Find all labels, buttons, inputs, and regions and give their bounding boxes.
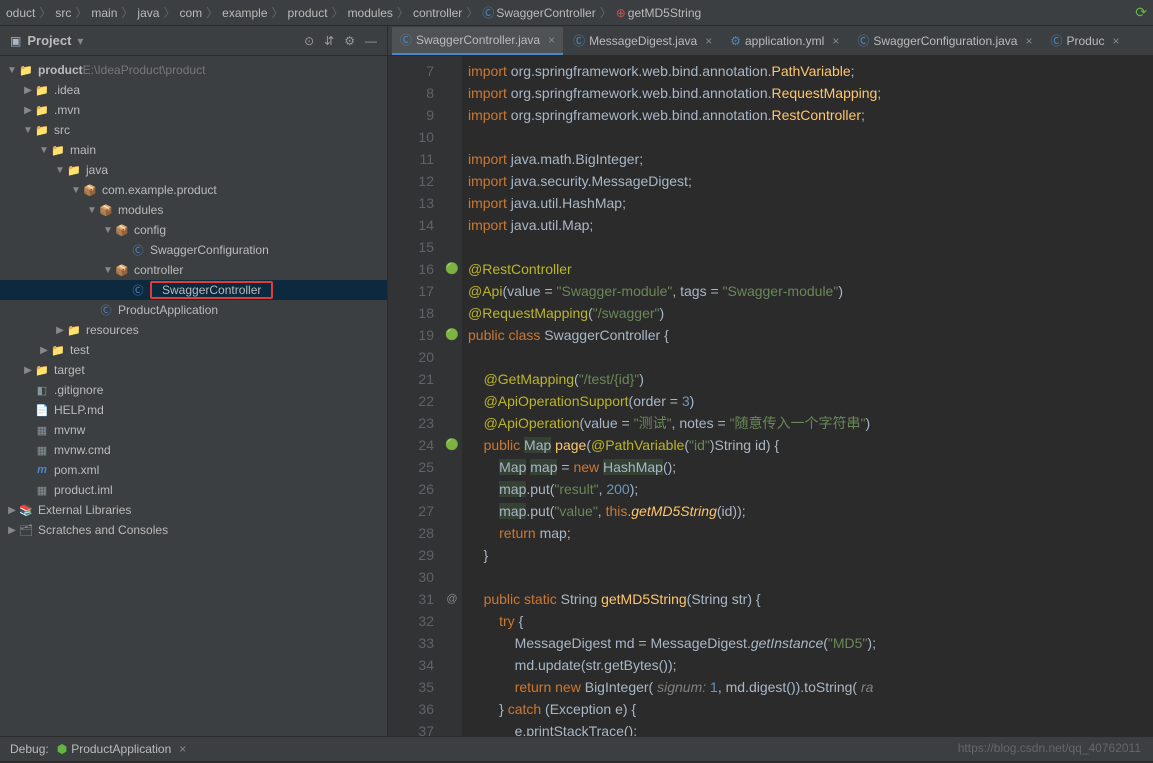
file-icon: Ⓒ (573, 32, 585, 49)
project-tool-header: ▣ Project ▾ ⊙ ⇵ ⚙ — (0, 26, 387, 56)
close-icon[interactable]: × (832, 34, 839, 48)
watermark: https://blog.csdn.net/qq_40762011 (958, 741, 1141, 755)
run-icon[interactable]: ⟳ (1135, 4, 1147, 21)
project-title: Project (27, 33, 71, 48)
code-editor[interactable]: 7891011121314151617181920212223242526272… (388, 56, 1153, 736)
tree-item-product[interactable]: ▼📁product E:\IdeaProduct\product (0, 60, 387, 80)
tree-item--gitignore[interactable]: ◧.gitignore (0, 380, 387, 400)
tree-item-controller[interactable]: ▼📦controller (0, 260, 387, 280)
project-tree[interactable]: ▼📁product E:\IdeaProduct\product▶📁.idea▶… (0, 56, 387, 736)
settings-icon[interactable]: ⚙ (344, 34, 355, 48)
tree-item-help-md[interactable]: 📄HELP.md (0, 400, 387, 420)
breadcrumb-item[interactable]: com (179, 6, 202, 20)
breadcrumb-item[interactable]: main (91, 6, 117, 20)
tree-item-external-libraries[interactable]: ▶📚External Libraries (0, 500, 387, 520)
file-icon: ⚙ (730, 34, 741, 48)
line-gutter: 7891011121314151617181920212223242526272… (388, 56, 442, 736)
editor-tab[interactable]: ⒸSwaggerController.java× (392, 27, 563, 55)
breadcrumb-item[interactable]: example (222, 6, 267, 20)
breadcrumb-item[interactable]: product (288, 6, 328, 20)
breadcrumb-item[interactable]: src (55, 6, 71, 20)
tree-item-java[interactable]: ▼📁java (0, 160, 387, 180)
close-icon[interactable]: × (1113, 34, 1120, 48)
editor-tab[interactable]: ⚙application.yml× (722, 27, 847, 55)
tree-item-com-example-product[interactable]: ▼📦com.example.product (0, 180, 387, 200)
breadcrumb-item[interactable]: controller (413, 6, 462, 20)
gutter-icons: 🟢🟢🟢@ (442, 56, 462, 736)
project-icon: ▣ (10, 34, 21, 48)
tree-item-pom-xml[interactable]: mpom.xml (0, 460, 387, 480)
tree-item-main[interactable]: ▼📁main (0, 140, 387, 160)
tree-item-src[interactable]: ▼📁src (0, 120, 387, 140)
tree-item-scratches-and-consoles[interactable]: ▶🗂Scratches and Consoles (0, 520, 387, 540)
tree-item-productapplication[interactable]: ⒸProductApplication (0, 300, 387, 320)
close-icon[interactable]: × (548, 33, 555, 47)
close-icon[interactable]: × (1025, 34, 1032, 48)
editor-area: ⒸSwaggerController.java×ⒸMessageDigest.j… (388, 26, 1153, 736)
dropdown-icon[interactable]: ▾ (77, 34, 83, 48)
run-config-icon: ⬢ (57, 742, 67, 756)
hide-icon[interactable]: — (365, 34, 377, 48)
tree-item-test[interactable]: ▶📁test (0, 340, 387, 360)
tree-item--mvn[interactable]: ▶📁.mvn (0, 100, 387, 120)
close-icon[interactable]: × (705, 34, 712, 48)
close-icon[interactable]: × (179, 742, 186, 756)
editor-tab[interactable]: ⒸMessageDigest.java× (565, 27, 720, 55)
debug-label: Debug: (10, 742, 49, 756)
tree-item-swaggercontroller[interactable]: ⒸSwaggerController (0, 280, 387, 300)
breadcrumb-item[interactable]: modules (348, 6, 393, 20)
tree-item-swaggerconfiguration[interactable]: ⒸSwaggerConfiguration (0, 240, 387, 260)
editor-tab[interactable]: ⒸSwaggerConfiguration.java× (849, 27, 1040, 55)
tree-item-modules[interactable]: ▼📦modules (0, 200, 387, 220)
expand-all-icon[interactable]: ⇵ (324, 34, 334, 48)
breadcrumb: oduct〉src〉main〉java〉com〉example〉product〉… (0, 0, 1153, 26)
editor-tab[interactable]: ⒸProduc× (1042, 27, 1127, 55)
tree-item--idea[interactable]: ▶📁.idea (0, 80, 387, 100)
breadcrumb-item[interactable]: getMD5String (628, 6, 701, 20)
file-icon: Ⓒ (1050, 32, 1062, 49)
file-icon: Ⓒ (400, 31, 412, 48)
code-lines[interactable]: import org.springframework.web.bind.anno… (462, 56, 1153, 736)
tree-item-product-iml[interactable]: ▦product.iml (0, 480, 387, 500)
tree-item-resources[interactable]: ▶📁resources (0, 320, 387, 340)
tree-item-mvnw-cmd[interactable]: ▦mvnw.cmd (0, 440, 387, 460)
tree-item-config[interactable]: ▼📦config (0, 220, 387, 240)
project-sidebar: ▣ Project ▾ ⊙ ⇵ ⚙ — ▼📁product E:\IdeaPro… (0, 26, 388, 736)
breadcrumb-item[interactable]: SwaggerController (496, 6, 595, 20)
breadcrumb-item[interactable]: oduct (6, 6, 35, 20)
file-icon: Ⓒ (857, 32, 869, 49)
breadcrumb-item[interactable]: java (137, 6, 159, 20)
tree-item-mvnw[interactable]: ▦mvnw (0, 420, 387, 440)
select-opened-icon[interactable]: ⊙ (304, 34, 314, 48)
editor-tabs[interactable]: ⒸSwaggerController.java×ⒸMessageDigest.j… (388, 26, 1153, 56)
debug-tab[interactable]: ⬢ ProductApplication × (49, 735, 195, 763)
tree-item-target[interactable]: ▶📁target (0, 360, 387, 380)
